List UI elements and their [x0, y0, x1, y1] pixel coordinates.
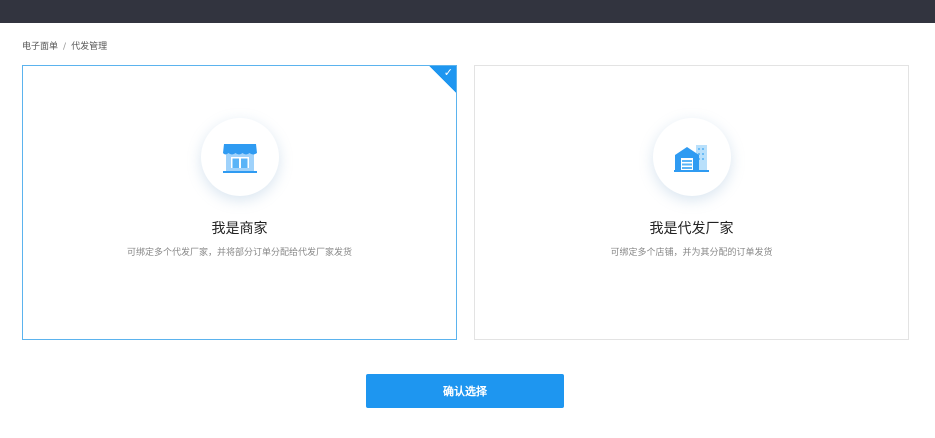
page-content: 电子面单 / 代发管理 ✓ 我是商家 可绑定多个代发厂家，并将部分订单分配给代发厂家… — [0, 23, 935, 438]
option-title: 我是代发厂家 — [649, 221, 734, 237]
selected-check-icon: ✓ — [428, 66, 456, 94]
store-icon — [200, 118, 279, 196]
top-bar — [0, 0, 935, 23]
breadcrumb-current: 代发管理 — [71, 42, 108, 52]
option-card-merchant[interactable]: ✓ 我是商家 可绑定多个代发厂家，并将部分订单分配给代发厂家发货 — [22, 65, 457, 340]
option-description: 可绑定多个店铺，并为其分配的订单发货 — [610, 248, 773, 258]
breadcrumb: 电子面单 / 代发管理 — [22, 39, 107, 52]
confirm-selection-button[interactable]: 确认选择 — [366, 374, 564, 408]
breadcrumb-parent[interactable]: 电子面单 — [22, 42, 58, 52]
breadcrumb-separator: / — [63, 42, 67, 52]
option-title: 我是商家 — [211, 221, 268, 237]
option-card-factory[interactable]: 我是代发厂家 可绑定多个店铺，并为其分配的订单发货 — [474, 65, 909, 340]
warehouse-icon — [652, 118, 731, 196]
option-description: 可绑定多个代发厂家，并将部分订单分配给代发厂家发货 — [126, 248, 352, 258]
